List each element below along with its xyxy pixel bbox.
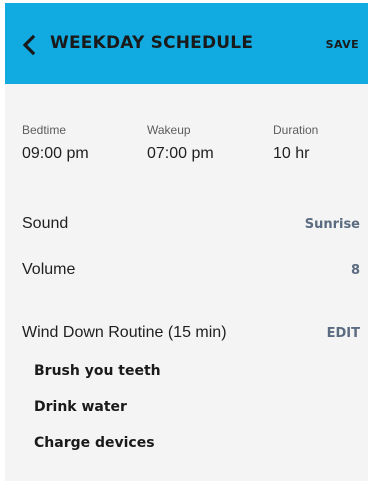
app-header: WEEKDAY SCHEDULE SAVE	[5, 3, 368, 84]
duration-value: 10 hr	[273, 145, 310, 162]
wind-down-row: Wind Down Routine (15 min) EDIT	[22, 321, 360, 345]
duration-block: Duration 10 hr	[273, 123, 318, 163]
sound-value[interactable]: Sunrise	[305, 217, 360, 232]
list-item: Charge devices	[34, 435, 155, 451]
chevron-left-icon	[22, 34, 36, 56]
wakeup-block[interactable]: Wakeup 07:00 pm	[147, 123, 214, 163]
volume-label: Volume	[22, 261, 76, 278]
volume-value[interactable]: 8	[351, 263, 360, 278]
wakeup-label: Wakeup	[147, 123, 191, 137]
sound-label: Sound	[22, 215, 69, 232]
schedule-times: Bedtime 09:00 pm Wakeup 07:00 pm Duratio…	[5, 123, 368, 173]
save-button[interactable]: SAVE	[326, 38, 359, 51]
list-item: Drink water	[34, 399, 127, 415]
schedule-screen: WEEKDAY SCHEDULE SAVE Bedtime 09:00 pm W…	[5, 3, 368, 481]
wind-down-label: Wind Down Routine (15 min)	[22, 324, 227, 341]
wakeup-value: 07:00 pm	[147, 145, 214, 162]
bedtime-block[interactable]: Bedtime 09:00 pm	[22, 123, 89, 163]
sound-row[interactable]: Sound Sunrise	[22, 212, 360, 236]
back-button[interactable]	[17, 31, 41, 59]
bedtime-label: Bedtime	[22, 123, 67, 137]
list-item: Brush you teeth	[34, 363, 161, 379]
bedtime-value: 09:00 pm	[22, 145, 89, 162]
edit-button[interactable]: EDIT	[327, 326, 360, 341]
volume-row[interactable]: Volume 8	[22, 258, 360, 282]
page-title: WEEKDAY SCHEDULE	[50, 33, 254, 53]
duration-label: Duration	[273, 123, 319, 137]
routine-list: Brush you teeth Drink water Charge devic…	[34, 360, 161, 468]
